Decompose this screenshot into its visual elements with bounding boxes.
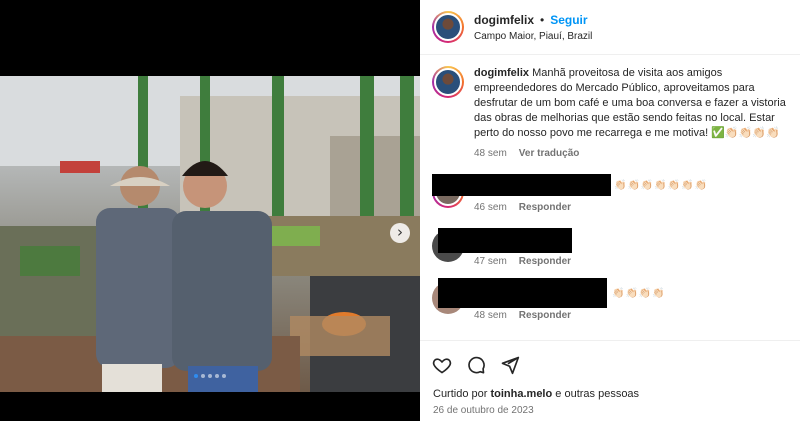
avatar[interactable]: [432, 11, 464, 43]
reply-button[interactable]: Responder: [519, 310, 571, 321]
post-actions: Curtido por toinha.melo e outras pessoas…: [420, 340, 800, 416]
post-date: 26 de outubro de 2023: [433, 405, 534, 416]
caption: dogimfelix Manhã proveitosa de visita ao…: [432, 66, 792, 161]
comment-time: 48 sem: [474, 310, 507, 321]
translate-link[interactable]: Ver tradução: [519, 146, 580, 161]
redacted-comment: [438, 228, 572, 253]
carousel-dot: [194, 374, 198, 378]
caption-username[interactable]: dogimfelix: [474, 67, 529, 79]
next-arrow-icon[interactable]: ›: [390, 223, 410, 243]
reply-button[interactable]: Responder: [519, 202, 571, 213]
like-icon[interactable]: [432, 355, 452, 375]
comment-emojis: 👏🏻👏🏻👏🏻👏🏻: [612, 288, 666, 299]
username-link[interactable]: dogimfelix: [474, 13, 534, 27]
location-link[interactable]: Campo Maior, Piauí, Brazil: [474, 31, 592, 42]
liked-by-user-link[interactable]: toinha.melo: [490, 388, 552, 400]
comment-time: 47 sem: [474, 256, 507, 267]
share-icon[interactable]: [500, 355, 520, 375]
comment-time: 46 sem: [474, 202, 507, 213]
carousel-dot: [201, 374, 205, 378]
separator: •: [540, 12, 545, 27]
carousel-dot: [215, 374, 219, 378]
post-media: ›: [0, 0, 420, 421]
post-side-panel: dogimfelix • Seguir Campo Maior, Piauí, …: [420, 0, 800, 421]
caption-time: 48 sem: [474, 148, 507, 159]
follow-button[interactable]: Seguir: [550, 13, 587, 27]
carousel-dot: [222, 374, 226, 378]
comment-emojis: 👏🏻👏🏻👏🏻👏🏻👏🏻👏🏻👏🏻: [614, 180, 709, 191]
caption-avatar[interactable]: [432, 66, 464, 98]
likes-summary: Curtido por toinha.melo e outras pessoas: [433, 388, 639, 400]
post-header: dogimfelix • Seguir Campo Maior, Piauí, …: [420, 0, 800, 55]
carousel-dot: [208, 374, 212, 378]
reply-button[interactable]: Responder: [519, 256, 571, 267]
comment-icon[interactable]: [466, 355, 486, 375]
liked-by-prefix: Curtido por: [433, 388, 488, 400]
liked-by-suffix[interactable]: e outras pessoas: [555, 388, 639, 400]
instagram-post: › dogimfelix • Seguir Campo Maior, Piauí…: [0, 0, 800, 421]
post-photo: [0, 76, 420, 392]
market-scene-image: [0, 76, 420, 392]
carousel-dots: [0, 374, 420, 378]
redacted-comment: [432, 174, 611, 196]
redacted-comment: [438, 278, 607, 308]
